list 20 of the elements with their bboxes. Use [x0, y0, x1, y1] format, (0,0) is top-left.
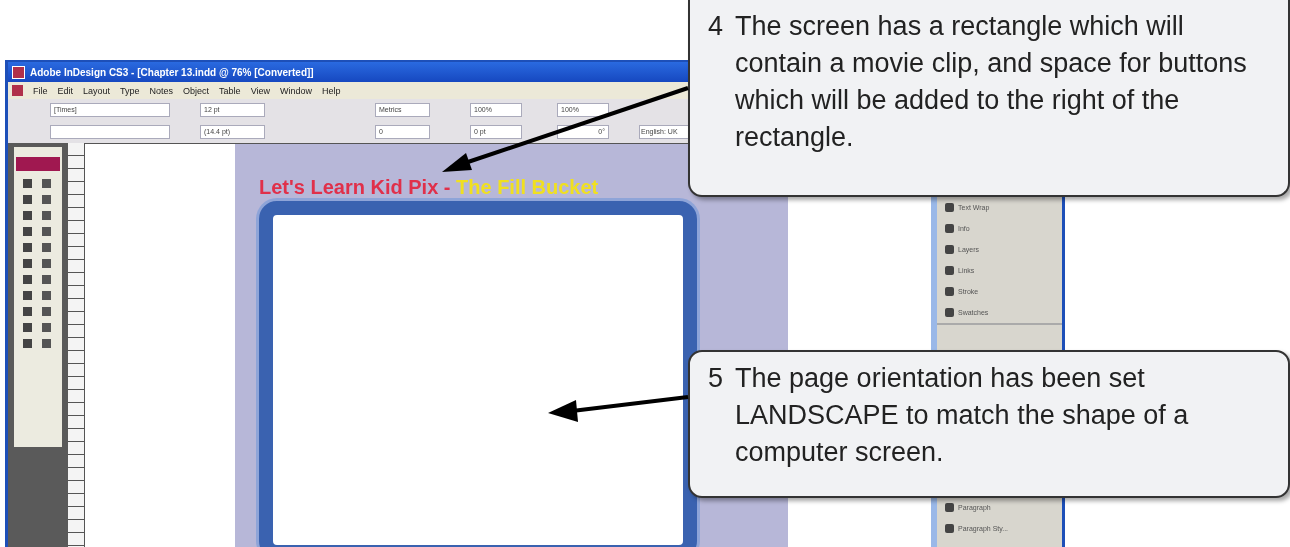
callout-text: The page orientation has been set LANDSCAPE to match the shape of a computer screen. — [735, 362, 1190, 469]
callout-number: 4 — [708, 10, 724, 43]
menu-item[interactable]: Type — [120, 85, 140, 96]
menu-item[interactable]: Help — [322, 85, 341, 96]
menu-item[interactable]: View — [250, 85, 270, 96]
menu-item[interactable]: Window — [280, 85, 312, 96]
menu-item[interactable]: Notes — [149, 85, 174, 96]
app-icon — [12, 65, 25, 79]
menu-item[interactable]: Layout — [83, 85, 111, 96]
callout-text: The screen has a rectangle which will contain a movie clip, and space for buttons which will be added to the right of the rectangle. — [735, 10, 1248, 154]
toolbox-header — [16, 157, 60, 171]
menu-item[interactable]: File — [33, 85, 48, 96]
document-icon — [12, 85, 23, 96]
callout-number: 5 — [708, 362, 724, 395]
page-headline: Let's Learn Kid Pix - The Fill Bucket — [259, 177, 600, 197]
menu-item[interactable]: Object — [183, 85, 210, 96]
window-title: Adobe InDesign CS3 - [Chapter 13.indd @ 76% [Converted]] — [30, 66, 314, 78]
menu-item[interactable]: Table — [219, 85, 241, 96]
style-field[interactable] — [50, 125, 170, 139]
menu-item[interactable]: Edit — [57, 85, 74, 96]
